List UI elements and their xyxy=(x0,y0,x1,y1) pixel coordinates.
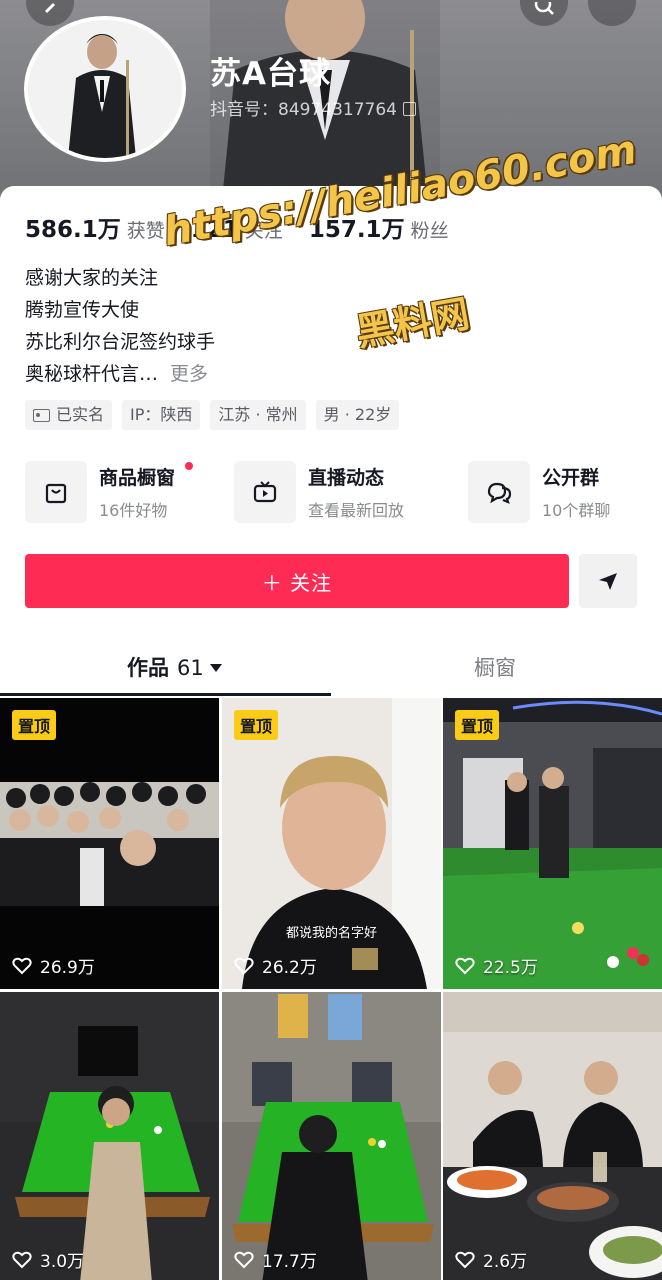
copy-icon[interactable] xyxy=(402,102,416,116)
avatar-person-image xyxy=(28,20,182,158)
video-thumbnail xyxy=(443,992,662,1280)
search-icon xyxy=(534,2,554,15)
notification-dot xyxy=(185,462,193,470)
video-likes: 2.6万 xyxy=(455,1247,527,1272)
video-likes: 26.9万 xyxy=(12,953,95,978)
tag-gender-age: 男 · 22岁 xyxy=(315,400,400,430)
bio-line-last: 奥秘球杆代言… 更多 xyxy=(25,358,215,390)
profile-tags: 已实名 IP：陕西 江苏 · 常州 男 · 22岁 xyxy=(25,400,400,430)
heart-icon xyxy=(12,1251,32,1268)
feature-title-text: 商品橱窗 xyxy=(99,467,176,489)
video-likes-count: 2.6万 xyxy=(483,1252,528,1272)
follow-button[interactable]: ＋ 关注 xyxy=(25,554,569,608)
video-likes: 17.7万 xyxy=(234,1247,317,1272)
bio-line: 腾勃宣传大使 xyxy=(25,299,140,321)
video-thumbnail xyxy=(222,992,441,1280)
avatar[interactable] xyxy=(24,16,186,162)
back-button[interactable] xyxy=(26,0,74,26)
video-thumbnail xyxy=(443,698,662,989)
video-likes: 3.0万 xyxy=(12,1247,84,1272)
douyin-id: 抖音号：84974317764 xyxy=(210,95,416,120)
id-card-icon xyxy=(33,408,50,422)
video-likes-count: 26.9万 xyxy=(40,958,95,978)
share-button[interactable] xyxy=(579,554,637,608)
feature-subtitle: 10个群聊 xyxy=(542,501,611,520)
video-thumbnail xyxy=(222,698,441,989)
video-likes-count: 26.2万 xyxy=(262,958,317,978)
tab-shop-window[interactable]: 橱窗 xyxy=(474,652,516,682)
video-tile[interactable]: 2.6万 xyxy=(443,992,662,1280)
heart-icon xyxy=(12,957,32,974)
tag-location: 江苏 · 常州 xyxy=(210,400,306,430)
video-thumbnail xyxy=(0,992,219,1280)
pinned-badge: 置顶 xyxy=(455,710,500,740)
heart-icon xyxy=(455,1251,475,1268)
feature-title: 商品橱窗 xyxy=(99,462,193,490)
video-tile[interactable]: 置顶 都说我的名字好 26.2万 xyxy=(222,698,441,989)
tab-works-label: 作品 xyxy=(127,656,169,680)
tag-label: 已实名 xyxy=(56,405,105,424)
nickname: 苏A台球 xyxy=(210,56,331,92)
likes-label: 获赞 xyxy=(126,220,165,242)
bio: 感谢大家的关注 腾勃宣传大使 苏比利尔台泥签约球手 奥秘球杆代言… 更多 xyxy=(25,262,215,390)
video-tile[interactable]: 17.7万 xyxy=(222,992,441,1280)
feature-live-updates[interactable]: 直播动态 查看最新回放 xyxy=(234,461,404,523)
followers-label: 粉丝 xyxy=(410,220,449,242)
more-options-button[interactable] xyxy=(588,0,636,26)
heart-icon xyxy=(455,957,475,974)
video-tile[interactable]: 置顶 26.9万 xyxy=(0,698,219,989)
live-tv-icon xyxy=(234,461,296,523)
caret-down-icon[interactable] xyxy=(209,664,222,672)
bio-line: 感谢大家的关注 xyxy=(25,267,159,289)
heart-icon xyxy=(234,1251,254,1268)
video-likes-count: 22.5万 xyxy=(483,958,538,978)
video-thumbnail xyxy=(0,782,219,906)
video-likes-count: 17.7万 xyxy=(262,1252,317,1272)
feature-subtitle: 查看最新回放 xyxy=(308,501,405,520)
video-likes: 22.5万 xyxy=(455,953,538,978)
likes-count[interactable]: 586.1万 xyxy=(25,210,121,244)
feature-title: 直播动态 xyxy=(308,467,385,489)
bio-line: 苏比利尔台泥签约球手 xyxy=(25,331,216,353)
pinned-badge: 置顶 xyxy=(12,710,57,740)
bio-more-link[interactable]: 更多 xyxy=(170,363,208,385)
douyin-id-text: 抖音号：84974317764 xyxy=(210,100,397,120)
feature-public-group[interactable]: 公开群 10个群聊 xyxy=(468,461,610,523)
feature-subtitle: 16件好物 xyxy=(99,501,168,520)
tag-ip: IP：陕西 xyxy=(122,400,201,430)
chat-bubbles-icon xyxy=(468,461,530,523)
video-tile[interactable]: 置顶 22.5万 xyxy=(443,698,662,989)
heart-icon xyxy=(234,957,254,974)
feature-shop-window[interactable]: 商品橱窗 16件好物 xyxy=(25,461,193,523)
video-tile[interactable]: 3.0万 xyxy=(0,992,219,1280)
shopping-bag-icon xyxy=(25,461,87,523)
tag-verified: 已实名 xyxy=(25,400,113,430)
feature-title: 公开群 xyxy=(542,467,600,489)
send-icon xyxy=(599,573,617,590)
search-button[interactable] xyxy=(520,0,568,26)
video-likes-count: 3.0万 xyxy=(40,1252,85,1272)
video-caption: 都说我的名字好 xyxy=(285,926,377,941)
tab-works-count: 61 xyxy=(177,656,204,680)
bio-line: 奥秘球杆代言… xyxy=(25,363,159,385)
video-likes: 26.2万 xyxy=(234,953,317,978)
active-tab-indicator xyxy=(0,693,331,696)
pinned-badge: 置顶 xyxy=(234,710,279,740)
tab-works[interactable]: 作品 61 xyxy=(127,652,222,682)
chevron-left-icon xyxy=(44,2,56,14)
